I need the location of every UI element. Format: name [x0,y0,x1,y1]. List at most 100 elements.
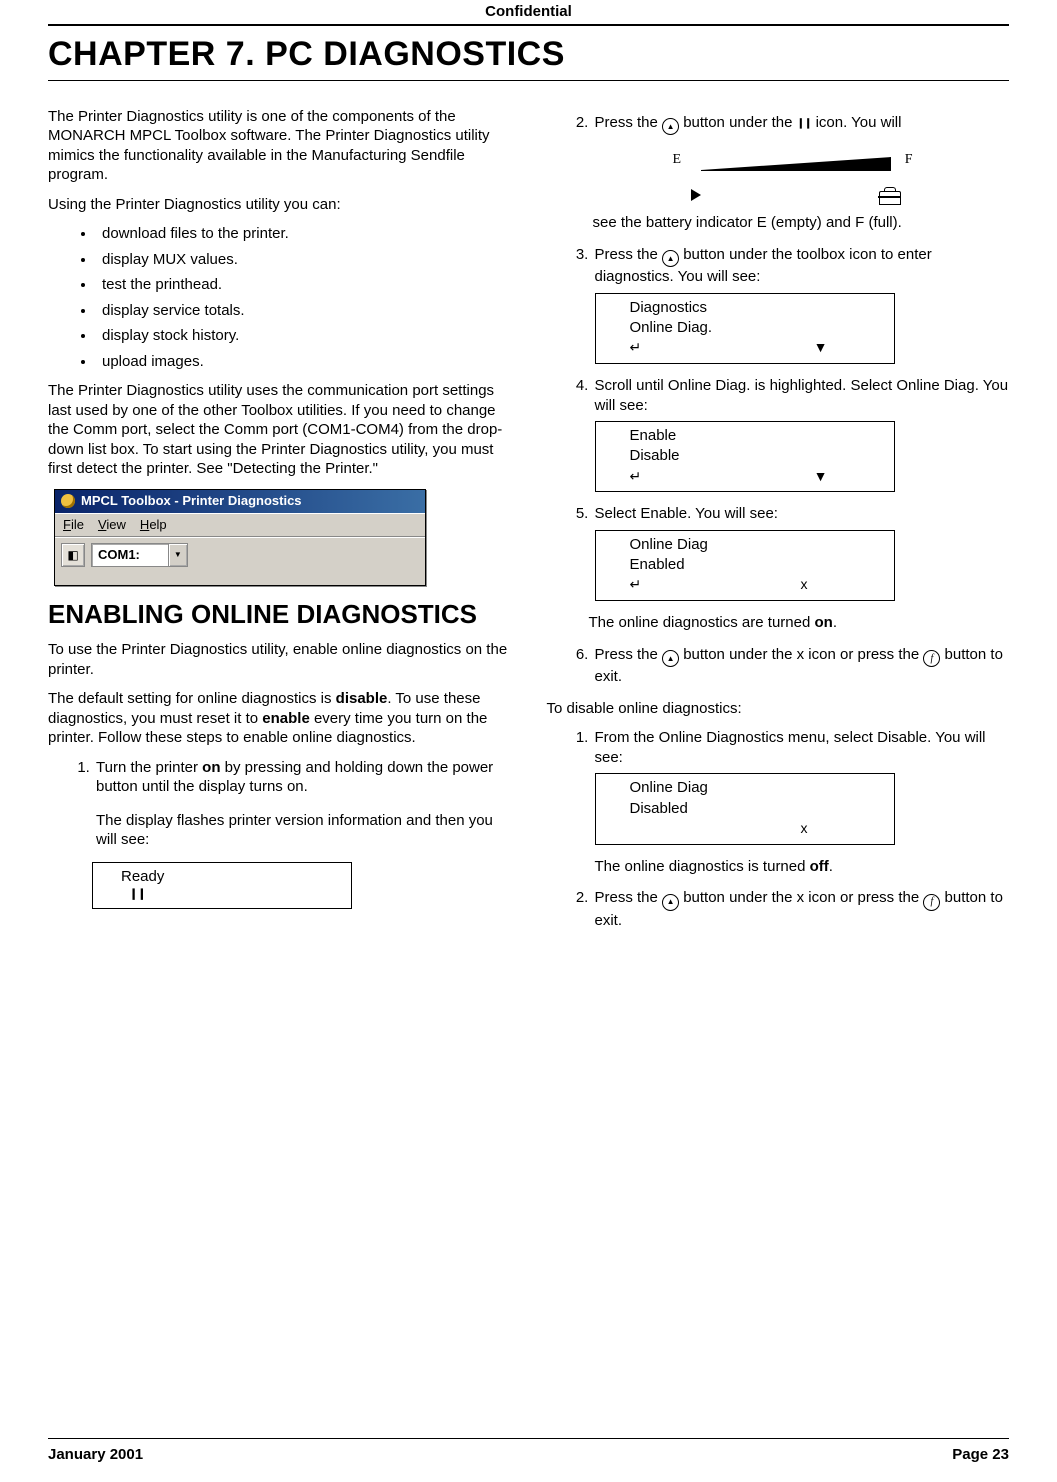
label-empty: E [673,151,682,169]
text: Scroll until Online Diag. is highlighted… [595,377,1009,414]
list-item: display MUX values. [96,250,511,270]
text: icon. You will [816,114,902,131]
down-triangle-icon: ▼ [814,338,828,357]
label-full: F [905,151,913,169]
step-1-sub: The display flashes printer version info… [96,811,511,850]
text-bold: on [814,614,832,631]
text: button under the x icon or press the [679,889,923,906]
footer-page: Page 23 [952,1445,1009,1465]
disable-step-1: From the Online Diagnostics menu, select… [593,728,1010,876]
list-item: upload images. [96,352,511,372]
com-port-select[interactable]: COM1: [91,543,188,567]
battery-indicator-figure: E F [651,151,951,205]
toolbox-toolbar: ◧ COM1: [55,537,425,585]
step-6: Press the button under the x icon or pre… [593,645,1010,687]
lcd-enabled: Online Diag Enabled ↵ x [595,530,895,601]
menu-view[interactable]: View [98,517,126,534]
text: The online diagnostics are turned [589,614,815,631]
list-item: display stock history. [96,326,511,346]
text: The default setting for online diagnosti… [48,690,336,707]
lcd-diagnostics: Diagnostics Online Diag. ↵ ▼ [595,293,895,364]
text: Press the [595,246,663,263]
disable-step-2: Press the button under the x icon or pre… [593,888,1010,930]
lcd-ready: Ready ❙❙ [92,862,352,909]
step-4: Scroll until Online Diag. is highlighted… [593,376,1010,492]
lcd-line: Disable [630,446,884,466]
rule-top [48,24,1009,26]
lcd-disabled: Online Diag Disabled x [595,773,895,844]
right-column: Press the button under the ❙❙ icon. You … [547,107,1010,1438]
text: The online diagnostics is turned [595,858,810,875]
lcd-line: Enable [630,426,884,446]
enable-steps-left: Turn the printer on by pressing and hold… [48,758,511,850]
text: . [833,614,837,631]
step-3: Press the button under the toolbox icon … [593,245,1010,364]
menu-help[interactable]: Help [140,517,167,534]
text: . [829,858,833,875]
toolbox-icon [879,191,901,205]
lcd-line: Online Diag. [630,318,884,338]
list-item: display service totals. [96,301,511,321]
step-5-result: The online diagnostics are turned on. [589,613,1010,633]
text-bold: on [202,759,220,776]
footer: January 2001 Page 23 [48,1439,1009,1482]
disable-steps: From the Online Diagnostics menu, select… [547,728,1010,930]
capabilities-list: download files to the printer. display M… [48,224,511,371]
play-triangle-icon [691,189,701,201]
step-1: Turn the printer on by pressing and hold… [94,758,511,850]
enter-icon: ↵ [630,467,642,486]
left-column: The Printer Diagnostics utility is one o… [48,107,511,1438]
intro-p3: The Printer Diagnostics utility uses the… [48,381,511,479]
enter-icon: ↵ [630,338,642,357]
up-triangle-button-icon [662,250,679,267]
lcd-line: Disabled [630,799,884,819]
text: button under the x icon or press the [679,646,923,663]
step-5: Select Enable. You will see: Online Diag… [593,504,1010,632]
enter-icon: ↵ [630,575,642,594]
disable-step-1-result: The online diagnostics is turned off. [595,857,1010,877]
x-icon: x [801,819,808,838]
intro-p2: Using the Printer Diagnostics utility yo… [48,195,511,215]
x-icon: x [801,575,808,594]
menu-file[interactable]: File [63,517,84,534]
lcd-enable-disable: Enable Disable ↵ ▼ [595,421,895,492]
up-triangle-button-icon [662,894,679,911]
toolbox-app-icon [61,494,75,508]
intro-p1: The Printer Diagnostics utility is one o… [48,107,511,185]
list-item: download files to the printer. [96,224,511,244]
pause-icon: ❙❙ [797,118,812,129]
lcd-line: Ready [121,867,341,887]
up-triangle-button-icon [662,118,679,135]
text: Select Enable. You will see: [595,505,778,522]
toolbox-title: MPCL Toolbox - Printer Diagnostics [81,493,302,510]
toolbar-button-icon[interactable]: ◧ [61,543,85,567]
text: Press the [595,114,663,131]
text: Turn the printer [96,759,202,776]
lcd-line: Online Diag [630,778,884,798]
step-2-result: see the battery indicator E (empty) and … [593,213,1010,233]
battery-wedge-icon [701,157,891,171]
chapter-title: CHAPTER 7. PC DIAGNOSTICS [48,32,1009,76]
text: Press the [595,889,663,906]
step-2: Press the button under the ❙❙ icon. You … [593,113,1010,233]
header-confidential: Confidential [48,2,1009,24]
up-triangle-button-icon [662,650,679,667]
toolbox-titlebar: MPCL Toolbox - Printer Diagnostics [55,490,425,513]
feed-button-icon [923,650,940,667]
down-triangle-icon: ▼ [814,467,828,486]
disable-intro: To disable online diagnostics: [547,699,1010,719]
toolbox-menubar: File View Help [55,513,425,538]
text-bold: off [810,858,829,875]
enable-p1: To use the Printer Diagnostics utility, … [48,640,511,679]
two-column-body: The Printer Diagnostics utility is one o… [48,81,1009,1438]
feed-button-icon [923,894,940,911]
lcd-line: Enabled [630,555,884,575]
text: button under the [679,114,797,131]
com-port-value: COM1: [92,547,168,564]
text: Press the [595,646,663,663]
chevron-down-icon[interactable] [168,544,187,566]
enable-steps-right: Press the button under the ❙❙ icon. You … [547,113,1010,687]
lcd-line: Online Diag [630,535,884,555]
list-item: test the printhead. [96,275,511,295]
enable-p2: The default setting for online diagnosti… [48,689,511,748]
